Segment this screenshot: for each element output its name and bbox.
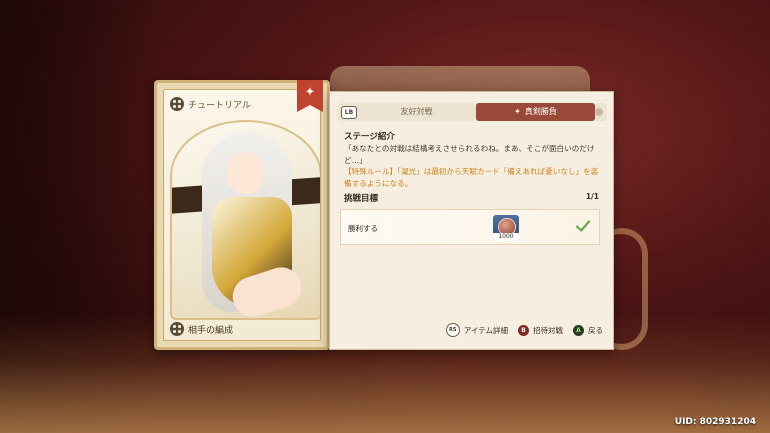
card-frame: チュートリアル 相手の編成 [163, 89, 321, 341]
card-top-label: チュートリアル [170, 96, 251, 112]
uid-label: UID: 802931204 [674, 417, 756, 427]
footer-hints: RS アイテム詳細 B 招待対戦 A 戻る [330, 320, 613, 340]
dots-icon [170, 97, 184, 111]
item-detail-label: アイテム詳細 [463, 325, 508, 335]
back-label: 戻る [588, 325, 603, 335]
opponent-deck-label: 相手の編成 [188, 325, 234, 336]
invite-match-hint[interactable]: B 招待対戦 [518, 324, 563, 336]
character-portrait [170, 120, 320, 320]
rb-indicator [595, 108, 603, 116]
opponent-card[interactable]: チュートリアル 相手の編成 ✦ [154, 80, 330, 350]
portrait-face [227, 152, 263, 194]
goal-label: 勝利する [348, 224, 378, 233]
item-detail-hint[interactable]: RS アイテム詳細 [445, 323, 508, 337]
check-icon [575, 220, 591, 232]
rs-button-icon: RS [445, 323, 460, 337]
opponent-deck-button[interactable]: 相手の編成 [170, 322, 233, 336]
special-rule: 【特殊ルール】「凝光」は最初から天賦カード「備えあれば憂いなし」を装備するように… [344, 167, 599, 188]
tab-serious-match[interactable]: ✦ 真剣勝負 [476, 103, 595, 121]
goal-row: 勝利する 1000 [340, 209, 600, 245]
tutorial-label: チュートリアル [188, 100, 251, 111]
tab-serious-label: 真剣勝負 [524, 107, 557, 116]
challenge-goal-title: 挑戦目標 [344, 194, 379, 204]
mode-tabs: LB 友好対戦 ✦ 真剣勝負 [338, 103, 607, 121]
stage-quote: 「あなたとの対戦は結構考えさせられるわね。まあ、そこが面白いのだけど…」 [344, 144, 595, 165]
stage-description: 「あなたとの対戦は結構考えさせられるわね。まあ、そこが面白いのだけど…」 【特殊… [344, 143, 604, 189]
reward-item[interactable]: 1000 [493, 215, 519, 241]
invite-match-label: 招待対戦 [533, 325, 563, 335]
back-hint[interactable]: A 戻る [573, 324, 603, 336]
lb-button[interactable]: LB [341, 105, 357, 119]
stage-intro-title: ステージ紹介 [344, 132, 395, 142]
a-button-icon: A [573, 324, 584, 336]
sparkle-icon: ✦ [514, 107, 521, 116]
b-button-icon: B [518, 324, 529, 336]
deck-icon [170, 322, 184, 336]
reward-count: 1000 [493, 233, 519, 241]
tab-friendly-match[interactable]: 友好対戦 [357, 103, 476, 121]
goal-counter: 1/1 [585, 192, 599, 201]
stage-panel: LB 友好対戦 ✦ 真剣勝負 ステージ紹介 「あなたとの対戦は結構考えさせられるわ… [329, 91, 614, 350]
